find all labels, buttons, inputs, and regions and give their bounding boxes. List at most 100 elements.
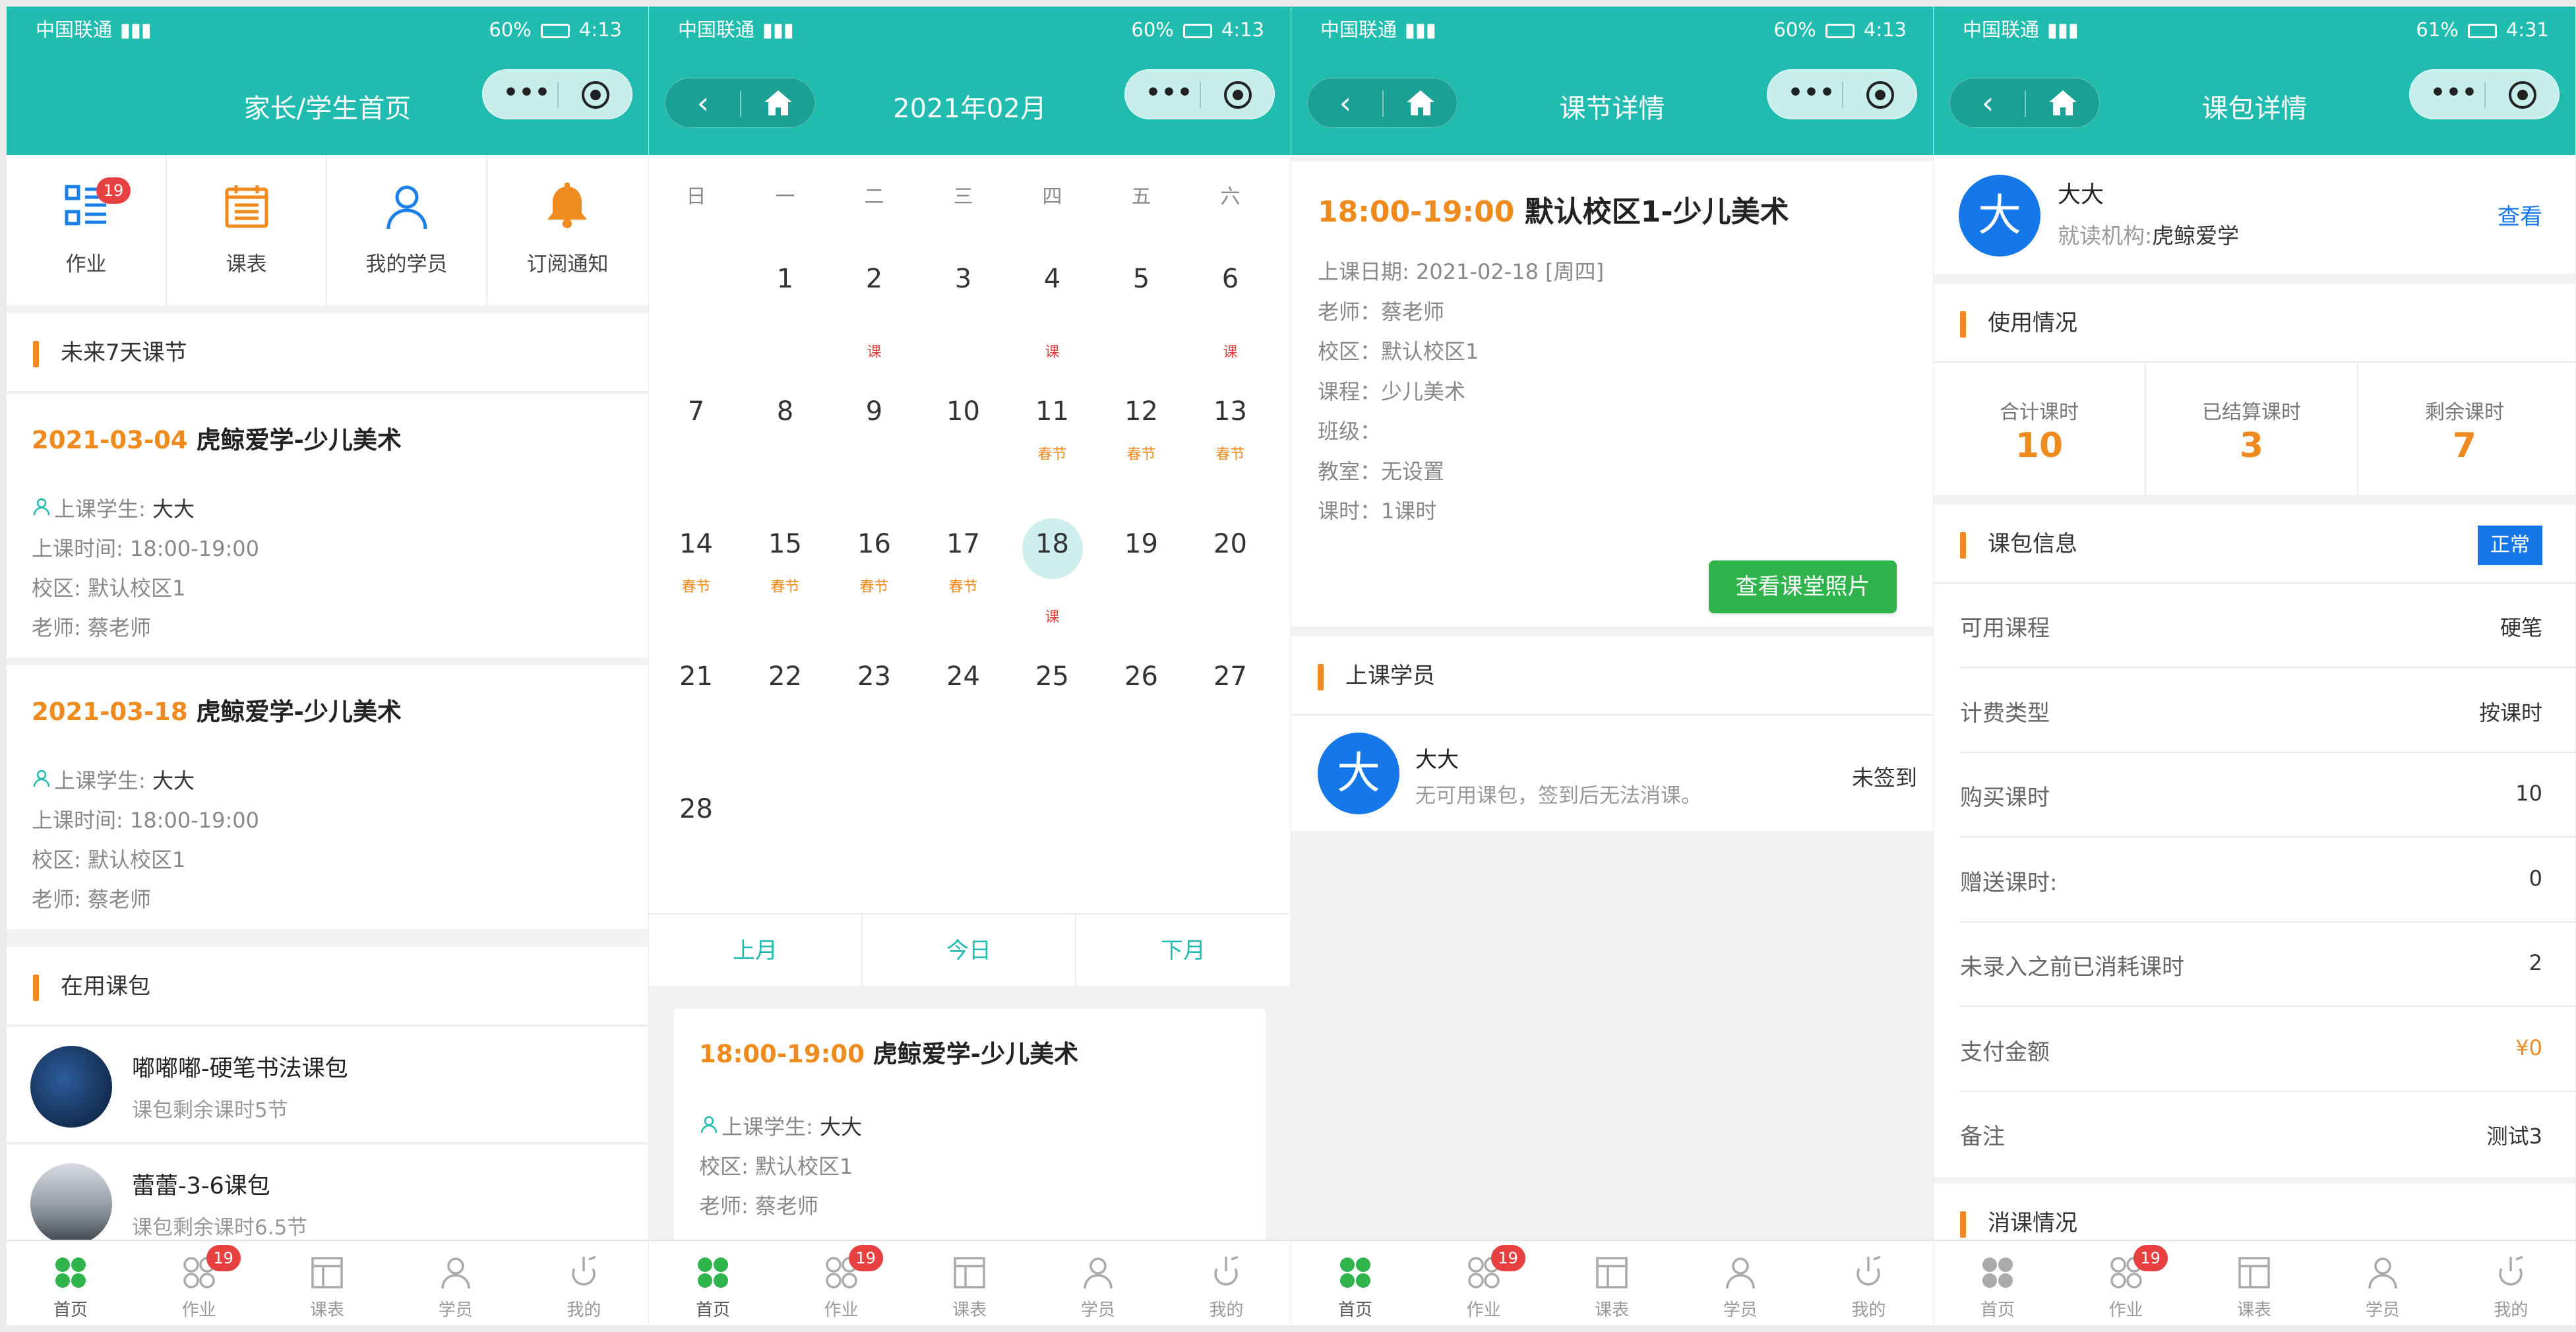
calendar-day[interactable]: 22 <box>741 642 830 767</box>
student-avatar: 大 <box>1318 733 1399 814</box>
day-number: 7 <box>687 396 705 427</box>
tab-student[interactable]: 学员 <box>2319 1241 2447 1325</box>
battery-icon <box>540 24 570 38</box>
calendar-day[interactable]: 21 <box>652 642 741 767</box>
schedule-icon <box>1593 1254 1630 1291</box>
calendar-day[interactable]: 17 春节 <box>919 509 1008 634</box>
calendar-day[interactable]: 6课 <box>1186 244 1275 369</box>
calendar-day[interactable]: 4课 <box>1008 244 1097 369</box>
tab-label: 课表 <box>310 1300 345 1320</box>
month-nav: 上月 今日 下月 <box>649 913 1291 987</box>
student-line: 上课学生: 大大 <box>54 493 195 523</box>
day-number: 11 <box>1035 396 1069 427</box>
tab-student[interactable]: 学员 <box>1034 1241 1162 1325</box>
quick-calendar[interactable]: 课表 <box>167 155 327 305</box>
tab-schedule[interactable]: 课表 <box>905 1241 1033 1325</box>
lesson-mark: 课 <box>867 344 882 361</box>
calendar-day[interactable]: 24 <box>919 642 1008 767</box>
day-number: 8 <box>776 396 794 427</box>
tab-home[interactable]: 首页 <box>1934 1241 2062 1325</box>
tab-label: 作业 <box>1466 1300 1501 1320</box>
calendar-day[interactable]: 25 <box>1008 642 1097 767</box>
tab-schedule[interactable]: 课表 <box>1548 1241 1676 1325</box>
calendar-day[interactable]: 5 <box>1097 244 1186 369</box>
quick-label: 作业 <box>65 253 107 276</box>
today-month-button[interactable]: 今日 <box>863 915 1076 987</box>
lesson-card[interactable]: 2021-03-18 虎鲸爱学-少儿美术 上课学生: 大大 上课时间: 18:00-… <box>7 665 648 929</box>
tab-home[interactable]: 首页 <box>7 1241 135 1325</box>
quick-user[interactable]: 我的学员 <box>327 155 487 305</box>
nav-divider <box>740 90 741 117</box>
tab-profile[interactable]: 我的 <box>1162 1241 1290 1325</box>
calendar-day[interactable]: 2课 <box>830 244 919 369</box>
calendar-day[interactable]: 19 <box>1097 509 1186 634</box>
tab-student[interactable]: 学员 <box>392 1241 520 1325</box>
quick-homework-list[interactable]: 作业 19 <box>7 155 167 305</box>
calendar-day[interactable]: 15 春节 <box>741 509 830 634</box>
calendar-day[interactable]: 8 <box>741 377 830 502</box>
tab-homework[interactable]: 作业 19 <box>135 1241 263 1325</box>
more-button[interactable]: ••• <box>1782 70 1841 120</box>
calendar-day[interactable]: 18 课 <box>1008 509 1097 634</box>
org-line: 就读机构:虎鲸爱学 <box>2058 218 2239 250</box>
calendar-day[interactable]: 20 <box>1186 509 1275 634</box>
calendar-day[interactable]: 13 春节 <box>1186 377 1275 502</box>
back-button[interactable]: ‹ <box>1328 78 1363 129</box>
more-button[interactable]: ••• <box>497 70 557 120</box>
back-button[interactable]: ‹ <box>1970 78 2006 129</box>
view-photos-button[interactable]: 查看课堂照片 <box>1709 560 1897 613</box>
tab-student[interactable]: 学员 <box>1676 1241 1804 1325</box>
calendar-day[interactable]: 11 春节 <box>1008 377 1097 502</box>
nav-buttons: ‹ <box>1307 78 1457 128</box>
calendar-day[interactable]: 26 <box>1097 642 1186 767</box>
more-button[interactable]: ••• <box>1140 70 1199 120</box>
tab-homework[interactable]: 作业 19 <box>2062 1241 2190 1325</box>
student-line: 上课学生: 大大 <box>721 1110 862 1141</box>
home-nav-icon[interactable] <box>2045 88 2081 119</box>
tab-home[interactable]: 首页 <box>1291 1241 1419 1325</box>
tab-homework[interactable]: 作业 19 <box>1420 1241 1548 1325</box>
prev-month-button[interactable]: 上月 <box>649 915 863 987</box>
home-nav-icon[interactable] <box>760 88 796 119</box>
info-key: 赠送课时: <box>1960 869 2058 896</box>
student-row[interactable]: 大大大 无可用课包，签到后无法消课。 未签到 <box>1291 715 1933 831</box>
day-lesson-card[interactable]: 18:00-19:00 虎鲸爱学-少儿美术 上课学生: 大大 校区: 默认校区1 老师… <box>674 1009 1266 1246</box>
tab-schedule[interactable]: 课表 <box>2190 1241 2318 1325</box>
info-row: 赠送课时: 0 <box>1934 838 2575 923</box>
calendar-day[interactable]: 23 <box>830 642 919 767</box>
lesson-card[interactable]: 2021-03-04 虎鲸爱学-少儿美术 上课学生: 大大 上课时间: 18:00-… <box>7 394 648 657</box>
close-target-icon[interactable] <box>1224 81 1252 109</box>
home-nav-icon[interactable] <box>1403 88 1438 119</box>
carrier-text: 中国联通 <box>1320 18 1397 41</box>
more-button[interactable]: ••• <box>2424 70 2484 120</box>
back-button[interactable]: ‹ <box>685 78 721 129</box>
package-item[interactable]: 嘟嘟嘟-硬笔书法课包 课包剩余课时5节 <box>7 1027 648 1143</box>
calendar-day[interactable]: 27 <box>1186 642 1275 767</box>
calendar-day[interactable]: 16 春节 <box>830 509 919 634</box>
tab-homework[interactable]: 作业 19 <box>778 1241 905 1325</box>
battery-icon <box>2467 24 2497 38</box>
tab-schedule[interactable]: 课表 <box>263 1241 391 1325</box>
tab-profile[interactable]: 我的 <box>1804 1241 1932 1325</box>
view-link[interactable]: 查看 <box>2498 198 2542 231</box>
tab-profile[interactable]: 我的 <box>2447 1241 2575 1325</box>
tab-home[interactable]: 首页 <box>649 1241 777 1325</box>
upcoming-header: 未来7天课节 <box>7 313 648 392</box>
calendar-day[interactable]: 12 春节 <box>1097 377 1186 502</box>
calendar-day[interactable]: 10 <box>919 377 1008 502</box>
next-month-button[interactable]: 下月 <box>1076 915 1290 987</box>
carrier-text: 中国联通 <box>36 18 113 41</box>
close-target-icon[interactable] <box>1866 81 1894 109</box>
tab-profile[interactable]: 我的 <box>520 1241 648 1325</box>
calendar-day[interactable]: 28 <box>652 774 741 899</box>
calendar-day[interactable]: 14 春节 <box>652 509 741 634</box>
header: 中国联通 ▮▮▮ 60% 4:13 课节详情 ••• ‹ <box>1291 7 1933 155</box>
quick-bell[interactable]: 订阅通知 <box>487 155 648 305</box>
calendar-day[interactable]: 1 <box>741 244 830 369</box>
close-target-icon[interactable] <box>582 81 609 109</box>
calendar-day[interactable]: 3 <box>919 244 1008 369</box>
calendar-day[interactable]: 7 <box>652 377 741 502</box>
calendar-day[interactable]: 9 <box>830 377 919 502</box>
close-target-icon[interactable] <box>2509 81 2536 109</box>
